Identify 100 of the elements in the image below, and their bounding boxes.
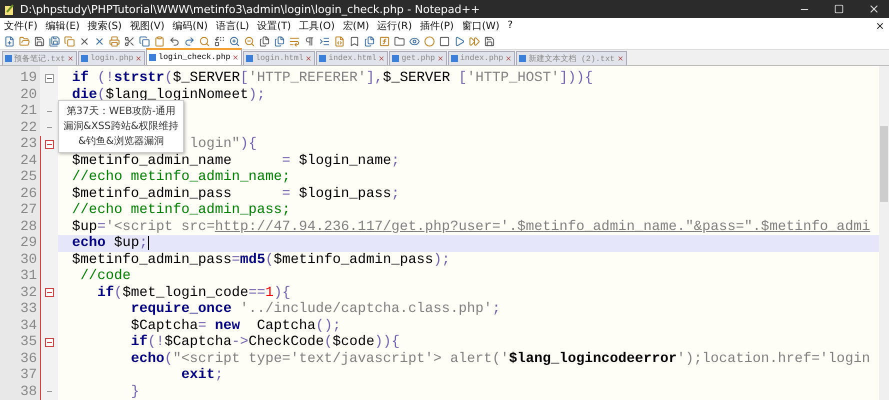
line-number: 36: [19, 350, 38, 367]
toolbar-icon[interactable]: [334, 36, 345, 46]
file-icon: [149, 54, 156, 61]
close-icon[interactable]: [868, 3, 880, 15]
menu-item[interactable]: 工具(O): [299, 18, 335, 32]
tab-close-icon[interactable]: [437, 55, 444, 62]
code-line: $metinfo_admin_pass=md5($metinfo_admin_pass);: [72, 252, 450, 268]
code-line: $Captcha= new Captcha();: [130, 318, 341, 334]
toolbar-icon[interactable]: [409, 36, 420, 46]
toolbar-icon[interactable]: [469, 36, 480, 46]
toolbar-icon[interactable]: [394, 36, 405, 46]
toolbar-icon[interactable]: [259, 36, 270, 46]
line-number: 21: [19, 103, 38, 120]
line-number: 27: [19, 202, 38, 218]
menu-item[interactable]: 搜索(S): [88, 18, 122, 32]
toolbar-icon[interactable]: [289, 36, 300, 46]
toolbar-icon[interactable]: [109, 36, 120, 46]
menu-item[interactable]: 运行(R): [377, 18, 412, 32]
fold-end-marker: [47, 127, 52, 128]
code-line: echo $up;: [72, 235, 148, 252]
line-number: 34: [19, 318, 38, 334]
toolbar-icon[interactable]: [214, 36, 225, 46]
tab-close-icon[interactable]: [305, 55, 312, 62]
toolbar-icon[interactable]: [94, 36, 105, 46]
toolbar-icon[interactable]: [124, 36, 135, 46]
file-tab[interactable]: login_check.php: [146, 48, 242, 65]
menu-item[interactable]: 宏(M): [342, 18, 370, 32]
toolbar-icon[interactable]: [439, 36, 450, 46]
menu-item[interactable]: 设置(T): [257, 18, 292, 32]
line-number: 20: [19, 86, 38, 103]
tab-close-icon[interactable]: [505, 55, 512, 62]
menu-item[interactable]: 语言(L): [216, 18, 250, 32]
menu-item[interactable]: 编辑(E): [46, 18, 80, 32]
toolbar-icon[interactable]: [49, 36, 60, 46]
line-number: 26: [19, 186, 38, 202]
code-line: require_once '../include/captcha.class.php';: [130, 301, 500, 318]
menu-item[interactable]: 视图(V): [130, 18, 164, 32]
fold-end-marker: [47, 391, 52, 392]
tab-close-icon[interactable]: [378, 55, 386, 62]
code-line: if($met_login_code==1){: [97, 284, 290, 301]
code-line: $metinfo_admin_pass = $login_pass;: [72, 186, 400, 202]
fold-end-marker: [47, 110, 52, 112]
code-line: //echo metinfo_admin_pass;: [72, 202, 290, 218]
toolbar-icon[interactable]: [199, 36, 210, 46]
fold-toggle[interactable]: [45, 288, 54, 298]
menu-item[interactable]: 文件(F): [4, 18, 38, 32]
line-number: 28: [19, 218, 38, 235]
toolbar-icon[interactable]: [424, 36, 435, 46]
toolbar-icon[interactable]: [349, 36, 360, 46]
fold-toggle[interactable]: [45, 74, 54, 83]
toolbar-icon[interactable]: [274, 36, 285, 46]
toolbar-icon[interactable]: [244, 36, 255, 46]
code-line: if (!strstr($_SERVER['HTTP_REFERER'],$_SERVER ['HTTP_HOST'])){: [72, 70, 593, 86]
toolbar-icon[interactable]: [319, 36, 330, 46]
fold-toggle[interactable]: [45, 140, 54, 149]
maximize-icon[interactable]: [834, 4, 844, 14]
scrollbar[interactable]: [879, 66, 889, 400]
toolbar-icon[interactable]: [304, 36, 315, 46]
toolbar-icon[interactable]: [454, 36, 465, 46]
scrollbar-thumb[interactable]: [880, 126, 888, 202]
toolbar-icon[interactable]: [169, 36, 180, 46]
toolbar-icon[interactable]: [184, 36, 195, 46]
line-number: 30: [19, 252, 38, 268]
notepad-icon: [4, 4, 15, 14]
tab-close-icon[interactable]: [232, 54, 240, 61]
toolbar-icon[interactable]: [379, 36, 390, 46]
toolbar-icon[interactable]: [364, 36, 375, 46]
line-number: 32: [19, 284, 38, 301]
line-number: 25: [19, 169, 38, 186]
toolbar-icon[interactable]: [34, 36, 45, 46]
close-document-icon[interactable]: [875, 20, 885, 30]
line-number: 35: [19, 334, 38, 350]
file-icon: [392, 55, 400, 62]
code-line: $metinfo_admin_name = $login_name;: [72, 152, 400, 169]
toolbar-icon[interactable]: [139, 36, 150, 46]
toolbar-icon[interactable]: [4, 36, 15, 46]
toolbar-icon[interactable]: [154, 36, 165, 46]
menu-item[interactable]: 插件(P): [420, 18, 454, 32]
menu-item[interactable]: 窗口(W): [462, 18, 500, 32]
file-icon: [519, 55, 526, 62]
menu-item[interactable]: 编码(N): [172, 18, 208, 32]
toolbar-icon[interactable]: [229, 36, 240, 46]
line-number: 22: [19, 120, 38, 136]
tab-close-icon[interactable]: [135, 55, 142, 62]
tab-close-icon[interactable]: [67, 55, 74, 62]
line-number: 37: [19, 367, 38, 384]
code-line: //echo metinfo_admin_name;: [72, 169, 290, 186]
toolbar-icon[interactable]: [79, 36, 90, 46]
tab-close-icon[interactable]: [616, 55, 624, 62]
toolbar-icon[interactable]: [19, 36, 30, 46]
line-number: 29: [19, 235, 38, 252]
code-line: echo("<script type='text/javascript'> alert('$lang_logincodeerror');location.href='login: [130, 350, 870, 367]
text-cursor: [148, 236, 149, 250]
code-line: login"){: [190, 136, 257, 152]
file-icon: [5, 55, 12, 62]
toolbar-icon[interactable]: [64, 36, 75, 46]
menu-item[interactable]: ?: [508, 20, 513, 31]
code-line: //code: [80, 268, 131, 284]
fold-toggle[interactable]: [45, 338, 54, 347]
toolbar-icon[interactable]: [484, 36, 495, 46]
